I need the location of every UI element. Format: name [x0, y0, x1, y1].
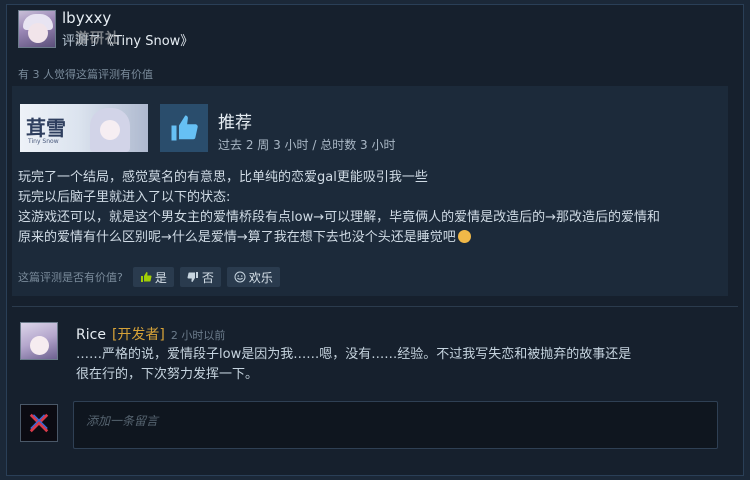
current-user-avatar[interactable] [20, 404, 58, 442]
vote-question: 这篇评测是否有价值? [18, 271, 123, 284]
banner-title: 茸雪 [26, 116, 66, 140]
playtime-hours: 过去 2 周 3 小时 / 总时数 3 小时 [218, 138, 396, 152]
smiley-icon [234, 271, 246, 283]
review-line: 这游戏还可以，就是这个男女主的爱情桥段有点low→可以理解，毕竟俩人的爱情是改造… [18, 210, 660, 225]
vote-no-button[interactable]: 否 [179, 267, 221, 287]
vote-funny-button[interactable]: 欢乐 [226, 267, 280, 287]
comment-input[interactable]: 添加一条留言 [73, 401, 718, 449]
watermark: 游研社 [75, 31, 120, 47]
comment-header: Rice [开发者] 2 小时以前 [76, 324, 225, 344]
sleepy-face-icon [457, 230, 471, 243]
review-text: 玩完了一个结局，感觉莫名的有意思，比单纯的恋爱gal更能吸引我一些 玩完以后脑子… [18, 168, 722, 248]
vote-funny-label: 欢乐 [248, 270, 273, 285]
comment-time: 2 小时以前 [170, 329, 226, 342]
banner-subtitle: Tiny Snow [28, 138, 59, 145]
divider [12, 306, 738, 307]
vote-no-label: 否 [201, 270, 214, 285]
crossed-x-logo-icon [29, 413, 49, 433]
review-line: 玩完了一个结局，感觉莫名的有意思，比单纯的恋爱gal更能吸引我一些 [18, 170, 428, 185]
vote-yes-label: 是 [154, 270, 167, 285]
review-body: 茸雪 Tiny Snow 推荐 过去 2 周 3 小时 / 总时数 3 小时 玩… [12, 86, 728, 296]
game-banner[interactable]: 茸雪 Tiny Snow [20, 104, 148, 152]
thumbs-up-icon [160, 104, 208, 152]
vote-row: 这篇评测是否有价值? 是 否 欢乐 [18, 266, 286, 288]
recommendation-label: 推荐 [218, 113, 252, 133]
thumbs-down-icon [187, 272, 198, 282]
review-line: 玩完以后脑子里就进入了以下的状态: [18, 190, 231, 205]
comment-line: 很在行的，下次努力发挥一下。 [76, 367, 259, 382]
comment-line: ……严格的说，爱情段子low是因为我……嗯，没有……经验。不过我写失恋和被抛弃的… [76, 347, 632, 362]
commenter-name[interactable]: Rice [76, 327, 106, 343]
vote-yes-button[interactable]: 是 [132, 267, 174, 287]
thumbs-up-small-icon [140, 272, 152, 282]
helpful-count: 有 3 人觉得这篇评测有价值 [18, 68, 153, 81]
developer-badge: [开发者] [111, 327, 165, 343]
review-line: 原来的爱情有什么区别呢→什么是爱情→算了我在想下去也没个头还是睡觉吧 [18, 230, 456, 245]
reviewer-username[interactable]: lbyxxy [62, 9, 111, 27]
commenter-avatar[interactable] [20, 322, 58, 360]
reviewer-avatar[interactable] [18, 10, 56, 48]
comment-text: ……严格的说，爱情段子low是因为我……嗯，没有……经验。不过我写失恋和被抛弃的… [76, 345, 631, 385]
